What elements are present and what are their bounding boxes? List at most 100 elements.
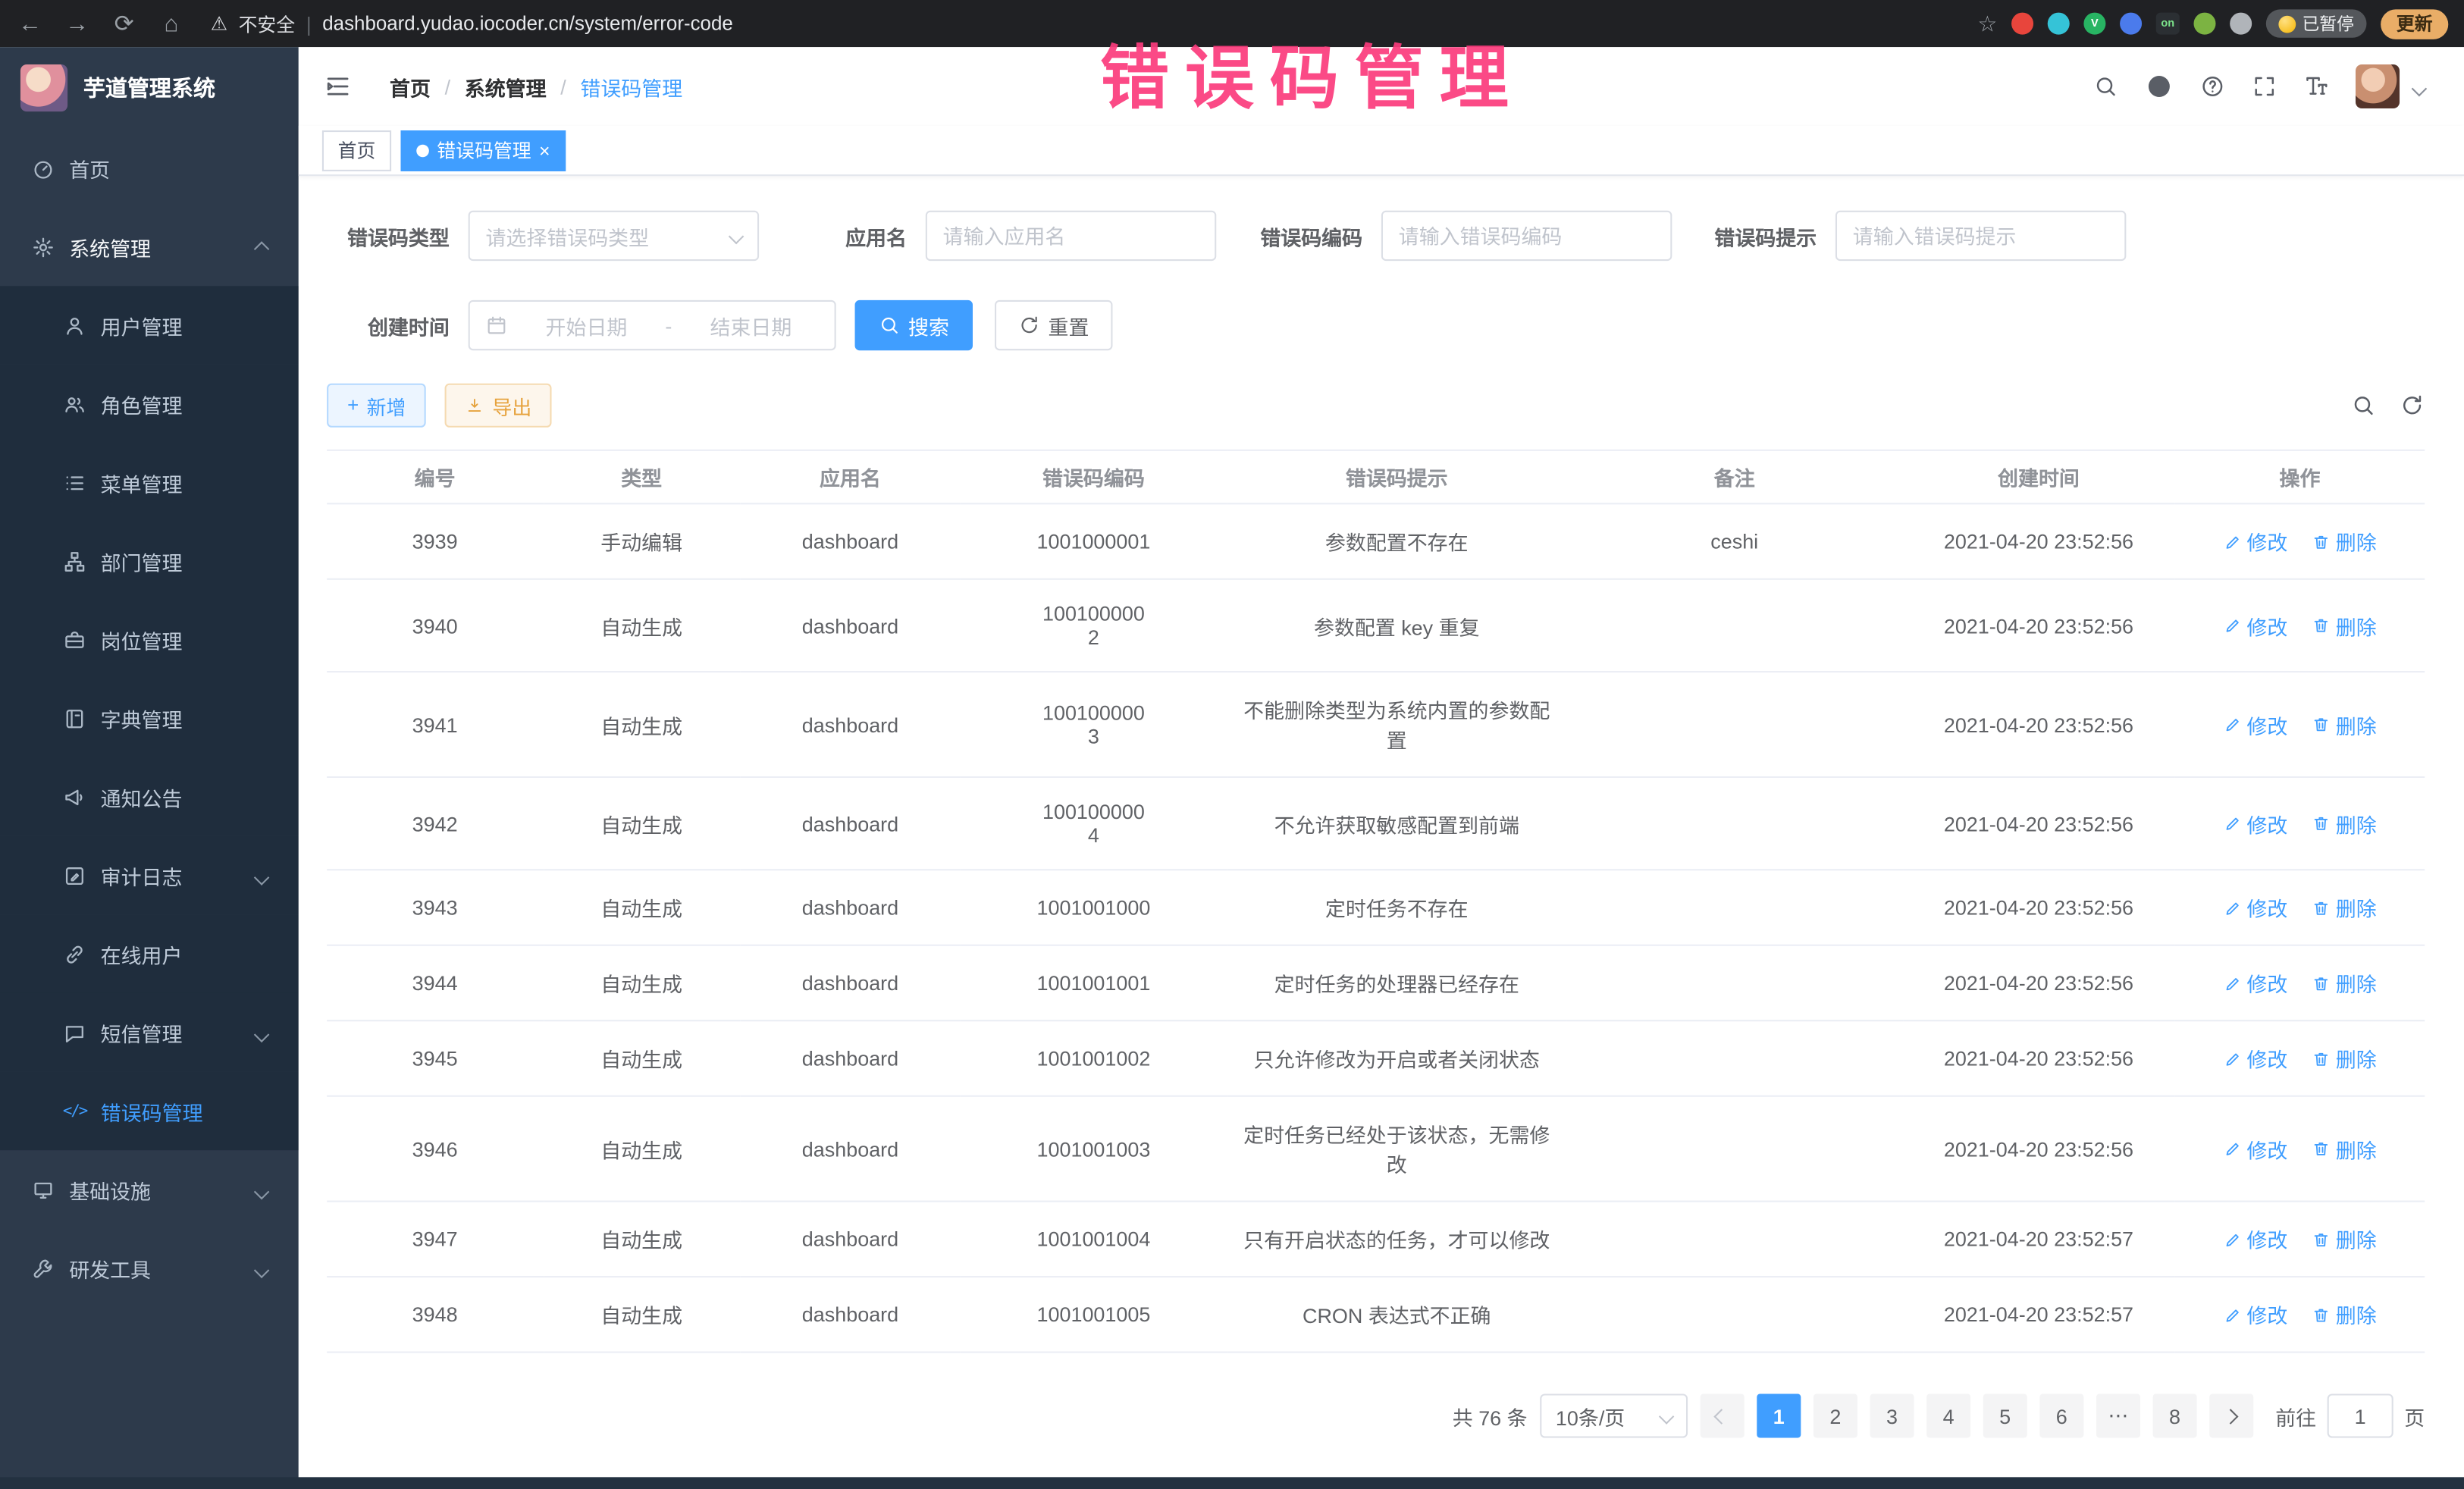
update-button[interactable]: 更新 [2381,8,2448,38]
error-type-select[interactable]: 请选择错误码类型 [469,211,759,261]
pen-icon [2223,973,2242,992]
delete-link[interactable]: 删除 [2312,1224,2377,1254]
delete-link[interactable]: 删除 [2312,808,2377,838]
avatar[interactable] [2356,64,2400,108]
sidebar-item-error-code-mgmt[interactable]: </> 错误码管理 [0,1072,299,1151]
toggle-search-icon[interactable] [2351,393,2376,418]
sidebar-item-role-mgmt[interactable]: 角色管理 [0,365,299,444]
goto-page-input[interactable] [2328,1393,2393,1437]
breadcrumb-home[interactable]: 首页 [390,71,431,101]
edit-link[interactable]: 修改 [2223,1224,2287,1254]
extension-puzzle-icon[interactable] [2230,13,2252,35]
address-bar[interactable]: ⚠ 不安全 | dashboard.yudao.iocoder.cn/syste… [211,10,733,36]
page-button[interactable]: 5 [1983,1393,2027,1437]
extension-green-check-icon[interactable]: V [2083,13,2105,35]
paused-badge[interactable]: 已暂停 [2266,9,2367,37]
date-range-picker[interactable]: 开始日期 - 结束日期 [469,300,836,350]
sidebar-item-dept-mgmt[interactable]: 部门管理 [0,522,299,600]
delete-link[interactable]: 删除 [2312,610,2377,640]
pagination: 共 76 条 10条/页 1 2 3 4 5 6 ⋯ 8 [327,1393,2425,1437]
prev-page-button[interactable] [1701,1393,1745,1437]
delete-link[interactable]: 删除 [2312,1043,2377,1073]
tag-error-code-mgmt[interactable]: 错误码管理 × [401,130,566,171]
chevron-down-icon [256,1020,268,1044]
delete-link[interactable]: 删除 [2312,1133,2377,1163]
page-button[interactable]: 2 [1814,1393,1857,1437]
chevron-down-icon[interactable] [2414,74,2425,98]
delete-link[interactable]: 删除 [2312,968,2377,998]
add-button[interactable]: + 新增 [327,384,426,428]
font-size-icon[interactable] [2304,74,2329,99]
sidebar-item-menu-mgmt[interactable]: 菜单管理 [0,444,299,522]
bookmark-star-icon[interactable]: ☆ [1977,10,1997,36]
cell-time: 2021-04-20 23:52:57 [1902,1202,2175,1277]
edit-link[interactable]: 修改 [2223,1299,2287,1329]
search-button[interactable]: 搜索 [855,300,973,350]
error-code-input[interactable] [1381,211,1672,261]
delete-link[interactable]: 删除 [2312,1299,2377,1329]
sidebar-item-online-users[interactable]: 在线用户 [0,914,299,993]
sidebar-item-infrastructure[interactable]: 基础设施 [0,1150,299,1229]
help-icon[interactable] [2200,74,2225,99]
edit-link[interactable]: 修改 [2223,892,2287,922]
extension-on-badge-icon[interactable]: on [2156,13,2180,35]
extension-leaf-icon[interactable] [2193,13,2215,35]
page-button[interactable]: 6 [2039,1393,2083,1437]
page-button[interactable]: 4 [1926,1393,1970,1437]
delete-link[interactable]: 删除 [2312,710,2377,739]
next-page-button[interactable] [2209,1393,2253,1437]
browser-reload-icon[interactable]: ⟳ [110,12,138,36]
extension-grid-icon[interactable] [2120,13,2142,35]
sidebar-item-dict-mgmt[interactable]: 字典管理 [0,679,299,757]
users-icon [63,392,86,415]
sidebar-item-audit-log[interactable]: 审计日志 [0,836,299,915]
browser-home-icon[interactable]: ⌂ [157,12,185,36]
breadcrumb-system[interactable]: 系统管理 [465,71,547,101]
sidebar-item-user-mgmt[interactable]: 用户管理 [0,286,299,365]
table-row: 3945 自动生成 dashboard 1001001002 只允许修改为开启或… [327,1020,2425,1096]
app-name-input[interactable] [926,211,1216,261]
delete-link[interactable]: 删除 [2312,526,2377,556]
sidebar-item-home[interactable]: 首页 [0,129,299,208]
edit-link[interactable]: 修改 [2223,1043,2287,1073]
export-button[interactable]: 导出 [445,384,552,428]
sidebar-item-sms-mgmt[interactable]: 短信管理 [0,993,299,1072]
browser-back-icon[interactable]: ← [16,12,44,36]
page-button[interactable]: 8 [2153,1393,2197,1437]
sidebar-item-post-mgmt[interactable]: 岗位管理 [0,600,299,679]
pen-icon [2223,898,2242,917]
delete-link[interactable]: 删除 [2312,892,2377,922]
close-icon[interactable]: × [539,141,550,160]
page-button[interactable]: 3 [1870,1393,1914,1437]
edit-link[interactable]: 修改 [2223,1133,2287,1163]
github-icon[interactable] [2145,72,2173,100]
extension-red-icon[interactable] [2011,13,2033,35]
sidebar-item-label: 短信管理 [101,1017,183,1047]
edit-link[interactable]: 修改 [2223,808,2287,838]
sidebar-item-dev-tools[interactable]: 研发工具 [0,1229,299,1308]
error-hint-input[interactable] [1835,211,2126,261]
edit-link[interactable]: 修改 [2223,968,2287,998]
sidebar-item-system-mgmt[interactable]: 系统管理 [0,208,299,287]
reset-button[interactable]: 重置 [995,300,1112,350]
sidebar-item-notice[interactable]: 通知公告 [0,757,299,836]
edit-link[interactable]: 修改 [2223,710,2287,739]
search-icon[interactable] [2093,74,2118,99]
browser-forward-icon[interactable]: → [63,12,91,36]
fullscreen-icon[interactable] [2252,74,2277,99]
cell-id: 3947 [327,1202,543,1277]
tag-home[interactable]: 首页 [322,130,391,171]
hamburger-icon[interactable] [324,72,352,100]
sidebar-item-label: 研发工具 [69,1253,151,1283]
cell-app: dashboard [740,777,961,870]
edit-link[interactable]: 修改 [2223,610,2287,640]
cell-code: 100100000 4 [961,777,1227,870]
more-pages-button[interactable]: ⋯ [2096,1393,2140,1437]
cell-id: 3939 [327,503,543,578]
refresh-table-icon[interactable] [2400,393,2425,418]
page-button[interactable]: 1 [1757,1393,1801,1437]
cell-code: 1001001000 [961,870,1227,945]
extension-teal-icon[interactable] [2048,13,2070,35]
page-size-select[interactable]: 10条/页 [1540,1393,1688,1437]
edit-link[interactable]: 修改 [2223,526,2287,556]
